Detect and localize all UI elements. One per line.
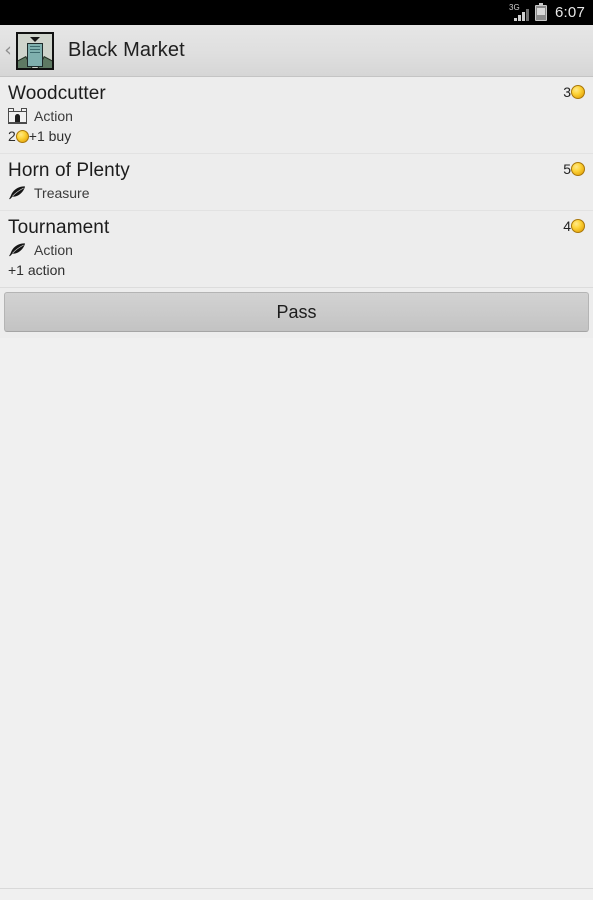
card-name: Woodcutter	[8, 83, 106, 104]
card-desc-suffix: +1 buy	[28, 128, 72, 144]
list-item[interactable]: Tournament Action +1 action 4	[0, 211, 593, 287]
signal-bars-icon: 3G	[509, 3, 529, 21]
feather-icon	[8, 185, 27, 201]
card-front	[27, 42, 43, 67]
village-icon	[8, 108, 27, 124]
coin-icon	[15, 130, 29, 143]
card-type-row: Treasure	[8, 183, 583, 203]
card-description: +1 action	[8, 261, 583, 280]
card-type-label: Treasure	[34, 185, 90, 201]
card-cost: 5	[563, 161, 585, 177]
coin-icon	[571, 162, 585, 176]
black-market-card-icon[interactable]	[16, 31, 54, 70]
empty-content-area	[0, 338, 593, 900]
card-type-label: Action	[34, 108, 73, 124]
battery-icon	[535, 2, 547, 21]
page-title: Black Market	[68, 39, 185, 61]
status-bar: 3G 6:07	[0, 0, 593, 25]
bottom-divider	[0, 888, 593, 889]
status-icons: 3G 6:07	[509, 2, 585, 21]
pass-button[interactable]: Pass	[4, 292, 589, 332]
list-item[interactable]: Horn of Plenty Treasure 5	[0, 154, 593, 211]
app-root: 3G 6:07 ‹ Black Market Woodcutter Action…	[0, 0, 593, 900]
card-desc-prefix: 2	[8, 128, 16, 144]
feather-icon	[8, 242, 27, 258]
back-chevron-icon[interactable]: ‹	[0, 41, 16, 60]
action-bar: ‹ Black Market	[0, 25, 593, 77]
card-name: Horn of Plenty	[8, 160, 130, 181]
card-cost-value: 5	[563, 161, 571, 177]
card-cost: 3	[563, 84, 585, 100]
list-item[interactable]: Woodcutter Action 2 +1 buy 3	[0, 77, 593, 154]
card-type-label: Action	[34, 242, 73, 258]
card-desc-suffix: +1 action	[8, 262, 66, 278]
coin-icon	[571, 219, 585, 233]
card-cost-value: 3	[563, 84, 571, 100]
card-cost: 4	[563, 218, 585, 234]
card-description: 2 +1 buy	[8, 127, 583, 146]
button-zone: Pass	[0, 288, 593, 338]
signal-bars	[514, 8, 529, 21]
card-cost-value: 4	[563, 218, 571, 234]
black-market-card-list: Woodcutter Action 2 +1 buy 3 Horn of Ple…	[0, 77, 593, 288]
coin-icon	[571, 85, 585, 99]
card-type-row: Action	[8, 106, 583, 126]
card-name: Tournament	[8, 217, 110, 238]
status-clock: 6:07	[555, 4, 585, 21]
card-type-row: Action	[8, 240, 583, 260]
triangle-marker-icon	[30, 36, 40, 42]
